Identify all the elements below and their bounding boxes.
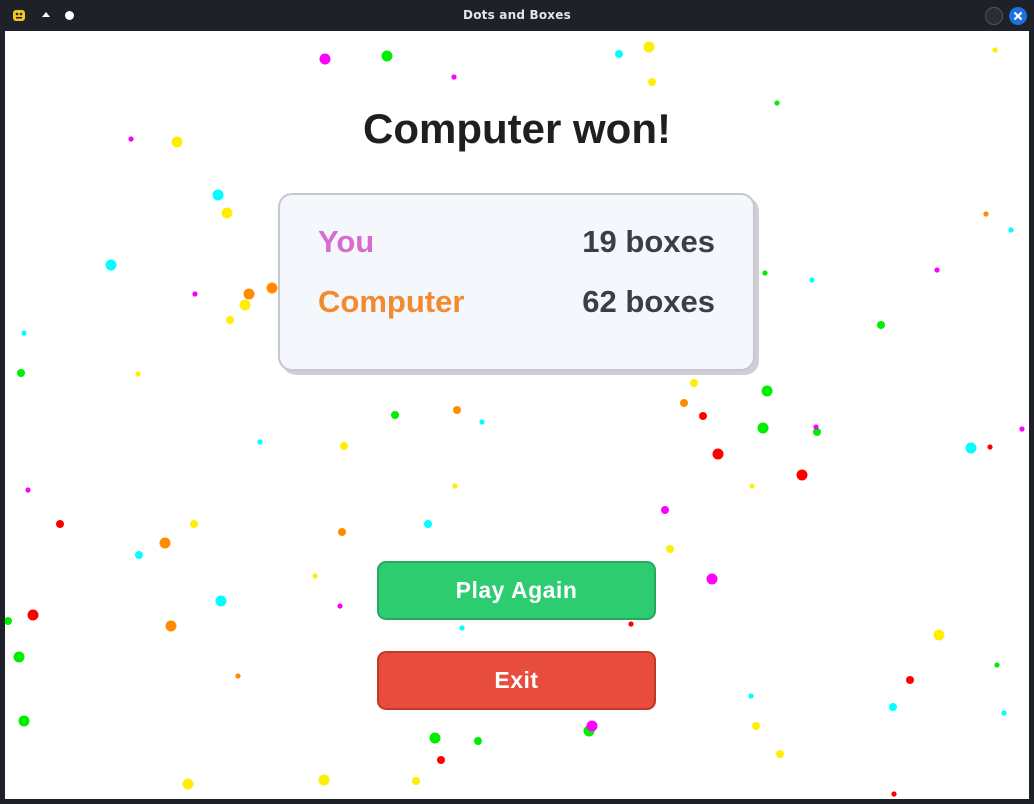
confetti-particle bbox=[479, 419, 485, 425]
confetti-particle bbox=[215, 595, 227, 607]
confetti-particle bbox=[699, 412, 707, 420]
confetti-particle bbox=[452, 483, 458, 489]
minimize-button[interactable] bbox=[985, 7, 1003, 25]
confetti-particle bbox=[906, 676, 914, 684]
confetti-particle bbox=[257, 439, 263, 445]
confetti-particle bbox=[437, 756, 445, 764]
confetti-particle bbox=[813, 424, 819, 430]
confetti-particle bbox=[1019, 426, 1025, 432]
confetti-particle bbox=[391, 411, 399, 419]
confetti-particle bbox=[312, 573, 318, 579]
confetti-particle bbox=[226, 316, 234, 324]
confetti-particle bbox=[706, 573, 718, 585]
confetti-particle bbox=[680, 399, 688, 407]
confetti-particle bbox=[459, 625, 465, 631]
confetti-particle bbox=[934, 267, 940, 273]
confetti-particle bbox=[338, 528, 346, 536]
player-score-computer: 62 boxes bbox=[582, 284, 715, 319]
confetti-particle bbox=[266, 282, 278, 294]
confetti-particle bbox=[809, 277, 815, 283]
confetti-particle bbox=[983, 211, 989, 217]
confetti-particle bbox=[762, 270, 768, 276]
confetti-particle bbox=[381, 50, 393, 62]
confetti-particle bbox=[5, 617, 12, 625]
confetti-particle bbox=[889, 703, 897, 711]
confetti-particle bbox=[453, 406, 461, 414]
confetti-particle bbox=[965, 442, 977, 454]
score-card: You 19 boxes Computer 62 boxes bbox=[278, 193, 755, 371]
confetti-particle bbox=[337, 603, 343, 609]
confetti-particle bbox=[757, 422, 769, 434]
confetti-particle bbox=[813, 428, 821, 436]
confetti-particle bbox=[243, 288, 255, 300]
confetti-particle bbox=[412, 777, 420, 785]
confetti-particle bbox=[987, 444, 993, 450]
confetti-particle bbox=[933, 629, 945, 641]
confetti-particle bbox=[690, 379, 698, 387]
confetti-particle bbox=[27, 609, 39, 621]
score-row-you: You 19 boxes bbox=[318, 224, 715, 264]
confetti-particle bbox=[190, 520, 198, 528]
confetti-particle bbox=[761, 385, 773, 397]
confetti-particle bbox=[192, 291, 198, 297]
confetti-particle bbox=[429, 732, 441, 744]
confetti-particle bbox=[748, 693, 754, 699]
confetti-particle bbox=[221, 207, 233, 219]
window-title: Dots and Boxes bbox=[463, 8, 571, 22]
confetti-particle bbox=[586, 720, 598, 732]
confetti-particle bbox=[796, 469, 808, 481]
player-name-you: You bbox=[318, 224, 375, 259]
confetti-particle bbox=[666, 545, 674, 553]
confetti-particle bbox=[319, 53, 331, 65]
confetti-particle bbox=[25, 487, 31, 493]
confetti-particle bbox=[135, 371, 141, 377]
confetti-particle bbox=[235, 673, 241, 679]
confetti-particle bbox=[159, 537, 171, 549]
player-name-computer: Computer bbox=[318, 284, 465, 319]
confetti-particle bbox=[165, 620, 177, 632]
confetti-particle bbox=[212, 189, 224, 201]
play-again-button[interactable]: Play Again bbox=[377, 561, 656, 620]
confetti-particle bbox=[891, 791, 897, 797]
confetti-particle bbox=[21, 330, 27, 336]
confetti-particle bbox=[1001, 710, 1007, 716]
confetti-particle bbox=[776, 750, 784, 758]
confetti-particle bbox=[661, 506, 669, 514]
confetti-particle bbox=[643, 41, 655, 53]
confetti-particle bbox=[13, 651, 25, 663]
confetti-particle bbox=[749, 483, 755, 489]
confetti-particle bbox=[182, 778, 194, 790]
confetti-particle bbox=[17, 369, 25, 377]
close-button[interactable] bbox=[1009, 7, 1027, 25]
confetti-particle bbox=[1008, 227, 1014, 233]
confetti-particle bbox=[239, 299, 251, 311]
confetti-particle bbox=[752, 722, 760, 730]
confetti-particle bbox=[992, 47, 998, 53]
confetti-particle bbox=[18, 715, 30, 727]
confetti-particle bbox=[583, 725, 595, 737]
game-canvas: Computer won! You 19 boxes Computer 62 b… bbox=[5, 31, 1029, 799]
app-window: Dots and Boxes Computer won! You 19 boxe… bbox=[0, 0, 1034, 804]
confetti-particle bbox=[424, 520, 432, 528]
confetti-particle bbox=[451, 74, 457, 80]
confetti-particle bbox=[994, 662, 1000, 668]
score-row-computer: Computer 62 boxes bbox=[318, 284, 715, 324]
result-heading: Computer won! bbox=[363, 105, 671, 152]
confetti-particle bbox=[712, 448, 724, 460]
confetti-particle bbox=[56, 520, 64, 528]
confetti-particle bbox=[135, 551, 143, 559]
confetti-particle bbox=[648, 78, 656, 86]
confetti-particle bbox=[615, 50, 623, 58]
confetti-particle bbox=[318, 774, 330, 786]
confetti-particle bbox=[105, 259, 117, 271]
title-bar[interactable]: Dots and Boxes bbox=[0, 0, 1034, 31]
confetti-particle bbox=[340, 442, 348, 450]
confetti-particle bbox=[628, 621, 634, 627]
player-score-you: 19 boxes bbox=[582, 224, 715, 259]
exit-button[interactable]: Exit bbox=[377, 651, 656, 710]
confetti-particle bbox=[877, 321, 885, 329]
confetti-particle bbox=[474, 737, 482, 745]
